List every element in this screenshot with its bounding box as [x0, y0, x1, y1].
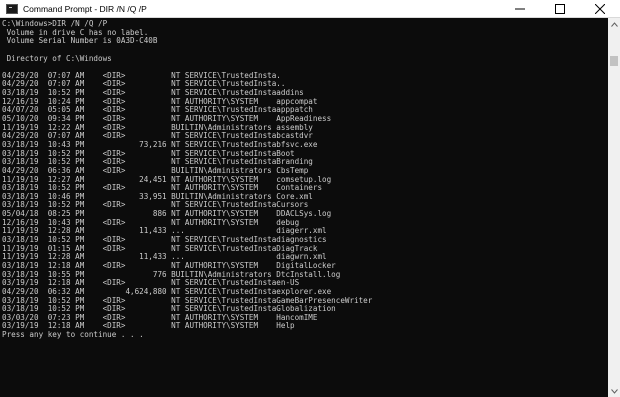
- console-output[interactable]: C:\Windows>DIR /N /Q /P Volume in drive …: [2, 20, 602, 397]
- scroll-down-button[interactable]: [608, 385, 620, 397]
- scroll-thumb[interactable]: [610, 56, 618, 66]
- command-prompt-window: Command Prompt - DIR /N /Q /P C:\Windows…: [0, 0, 620, 397]
- scroll-up-button[interactable]: [608, 18, 620, 30]
- maximize-button[interactable]: [540, 0, 580, 18]
- close-icon: [595, 3, 605, 14]
- minimize-icon: [515, 8, 525, 9]
- close-button[interactable]: [580, 0, 620, 18]
- scroll-up-arrow-icon: [610, 21, 618, 27]
- console-line: Press any key to continue . . .: [2, 330, 144, 340]
- title-bar[interactable]: Command Prompt - DIR /N /Q /P: [0, 0, 620, 18]
- minimize-button[interactable]: [500, 0, 540, 18]
- console-line: Volume Serial Number is 0A3D-C40B: [2, 36, 158, 46]
- command-prompt-icon[interactable]: [6, 3, 18, 14]
- vertical-scrollbar[interactable]: [608, 18, 620, 397]
- maximize-icon: [555, 3, 565, 14]
- console-line: Directory of C:\Windows: [2, 53, 112, 63]
- window-title: Command Prompt - DIR /N /Q /P: [23, 3, 147, 14]
- scroll-down-arrow-icon: [610, 388, 618, 394]
